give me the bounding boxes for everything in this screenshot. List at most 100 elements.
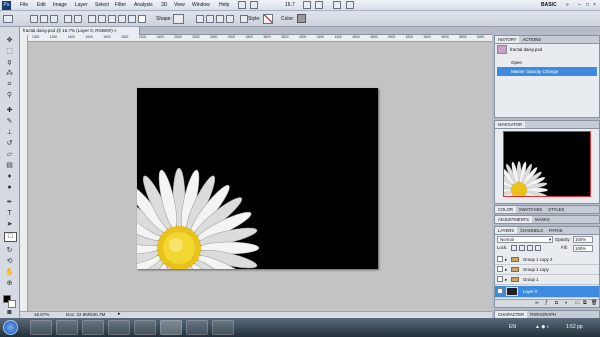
arrange-documents-icon[interactable] (333, 1, 341, 9)
minimize-icon[interactable]: – (578, 2, 581, 8)
shape-picker[interactable] (173, 14, 184, 24)
snapshot-label[interactable]: fractal daisy.psd (510, 47, 542, 52)
tool-preset-icon[interactable] (3, 15, 13, 23)
zoom-tool-icon-toolbox[interactable]: ⊕ (4, 280, 15, 288)
menu-window[interactable]: Window (192, 2, 210, 8)
rounded-rect-icon[interactable] (98, 15, 106, 23)
adjustment-layer-icon[interactable]: ◐ (565, 300, 568, 306)
blur-tool-icon[interactable]: ♦ (4, 173, 15, 181)
subtract-area-icon[interactable] (206, 15, 214, 23)
navigator-preview[interactable] (503, 131, 591, 197)
intersect-area-icon[interactable] (216, 15, 224, 23)
polygon-shape-icon[interactable] (118, 15, 126, 23)
expand-triangle-icon[interactable]: ▸ (505, 275, 507, 284)
close-tab-icon[interactable]: × (114, 28, 117, 33)
tab-layers[interactable]: LAYERS (495, 227, 518, 234)
tab-styles[interactable]: STYLES (545, 206, 567, 213)
lasso-tool-icon[interactable]: ϙ (4, 59, 15, 67)
fill-pixels-icon[interactable] (50, 15, 58, 23)
layer-row-layer-0[interactable]: ● Layer 0 (495, 286, 599, 298)
tab-adjustments[interactable]: ADJUSTMENTS (495, 216, 532, 223)
fx-icon[interactable]: ƒ (545, 300, 548, 306)
menu-select[interactable]: Select (95, 2, 109, 8)
eyedropper-tool-icon[interactable]: ⚲ (4, 92, 15, 100)
document-tab[interactable]: fractal daisy.psd @ 16.7% (Layer 0, RGB/… (20, 27, 140, 35)
lock-transparent-icon[interactable] (511, 245, 517, 251)
tab-swatches[interactable]: SWATCHES (516, 206, 545, 213)
tray-icons[interactable]: ▲ ◆ ♪ (535, 324, 549, 330)
brush-tool-icon[interactable]: ✎ (4, 118, 15, 126)
exclude-area-icon[interactable] (226, 15, 234, 23)
history-brush-tool-icon[interactable]: ↺ (4, 140, 15, 148)
menu-analysis[interactable]: Analysis (134, 2, 153, 8)
add-to-area-icon[interactable] (196, 15, 204, 23)
shape-tool-icon[interactable]: □ (4, 232, 17, 242)
language-indicator[interactable]: EN (509, 324, 516, 330)
taskbar-photoshop-icon[interactable] (160, 320, 182, 335)
taskbar-app-icon[interactable] (134, 320, 156, 335)
menu-file[interactable]: File (20, 2, 28, 8)
lock-all-icon[interactable] (535, 245, 541, 251)
paths-icon[interactable] (40, 15, 48, 23)
link-layers-icon[interactable]: ∞ (535, 300, 539, 306)
move-tool-icon[interactable]: ✥ (4, 37, 15, 45)
history-state-open[interactable]: Open (497, 58, 597, 67)
bridge-icon[interactable] (238, 1, 246, 9)
start-button-icon[interactable] (3, 320, 18, 335)
tab-navigator[interactable]: NAVIGATOR (495, 121, 525, 128)
quick-select-tool-icon[interactable]: ⁂ (4, 70, 15, 78)
taskbar-media-icon[interactable] (82, 320, 104, 335)
status-menu-arrow-icon[interactable]: ▸ (118, 311, 121, 317)
taskbar-explorer-icon[interactable] (56, 320, 78, 335)
gradient-tool-icon[interactable]: ▤ (4, 162, 15, 170)
document-image[interactable] (137, 88, 378, 269)
new-group-icon[interactable]: ▭ (575, 300, 580, 306)
tab-paths[interactable]: PATHS (546, 227, 565, 234)
snapshot-thumbnail[interactable] (497, 45, 507, 54)
ellipse-shape-icon[interactable] (108, 15, 116, 23)
style-picker[interactable] (263, 14, 273, 24)
new-layer-icon[interactable]: ⧉ (583, 300, 587, 306)
taskbar-bridge-icon[interactable] (186, 320, 208, 335)
freeform-pen-icon[interactable] (74, 15, 82, 23)
menu-image[interactable]: Image (53, 2, 67, 8)
menu-3d[interactable]: 3D (161, 2, 167, 8)
minibridge-icon[interactable] (250, 1, 258, 9)
tab-masks[interactable]: MASKS (532, 216, 553, 223)
workspace-chevron-icon[interactable]: » (566, 2, 569, 8)
add-mask-icon[interactable]: ◘ (555, 300, 558, 306)
layer-row-group-1[interactable]: ▸ Group 1 (495, 275, 599, 285)
path-select-tool-icon[interactable]: ➤ (4, 221, 15, 229)
lock-image-icon[interactable] (519, 245, 525, 251)
healing-brush-tool-icon[interactable]: ✚ (4, 107, 15, 115)
menu-edit[interactable]: Edit (37, 2, 46, 8)
layer-row-group-1-copy-2[interactable]: ▸ Group 1 copy 2 (495, 255, 599, 265)
shape-layers-icon[interactable] (30, 15, 38, 23)
menu-view[interactable]: View (174, 2, 185, 8)
tab-color[interactable]: COLOR (495, 206, 516, 213)
hand-tool-icon[interactable] (303, 1, 311, 9)
fill-input[interactable]: 100% (573, 245, 593, 252)
visibility-toggle[interactable] (497, 266, 503, 272)
link-icon[interactable] (240, 15, 248, 23)
blend-mode-select[interactable]: Normal ▾ (497, 236, 553, 243)
tab-channels[interactable]: CHANNELS (517, 227, 546, 234)
workspace-switcher[interactable]: BASIC (541, 2, 557, 8)
status-zoom[interactable]: 16.67% (34, 312, 49, 317)
history-state-master-opacity[interactable]: Master Opacity Change (497, 67, 597, 76)
hand-tool-icon-toolbox[interactable]: ✋ (4, 269, 15, 277)
maximize-icon[interactable]: □ (586, 2, 589, 8)
crop-tool-icon[interactable]: ⌗ (4, 81, 15, 89)
clock[interactable]: 1:52 pp (566, 324, 583, 330)
screen-mode-icon[interactable] (346, 1, 354, 9)
app-logo[interactable]: Ps (2, 1, 11, 10)
3d-orbit-tool-icon[interactable]: ⟲ (4, 258, 15, 266)
trash-icon[interactable]: 🗑 (591, 300, 597, 306)
menu-filter[interactable]: Filter (115, 2, 126, 8)
dodge-tool-icon[interactable]: ● (4, 184, 15, 192)
menu-help[interactable]: Help (219, 2, 229, 8)
zoom-tool-icon[interactable] (315, 1, 323, 9)
rectangle-shape-icon[interactable] (88, 15, 96, 23)
visibility-toggle[interactable] (497, 256, 503, 262)
line-shape-icon[interactable] (128, 15, 136, 23)
